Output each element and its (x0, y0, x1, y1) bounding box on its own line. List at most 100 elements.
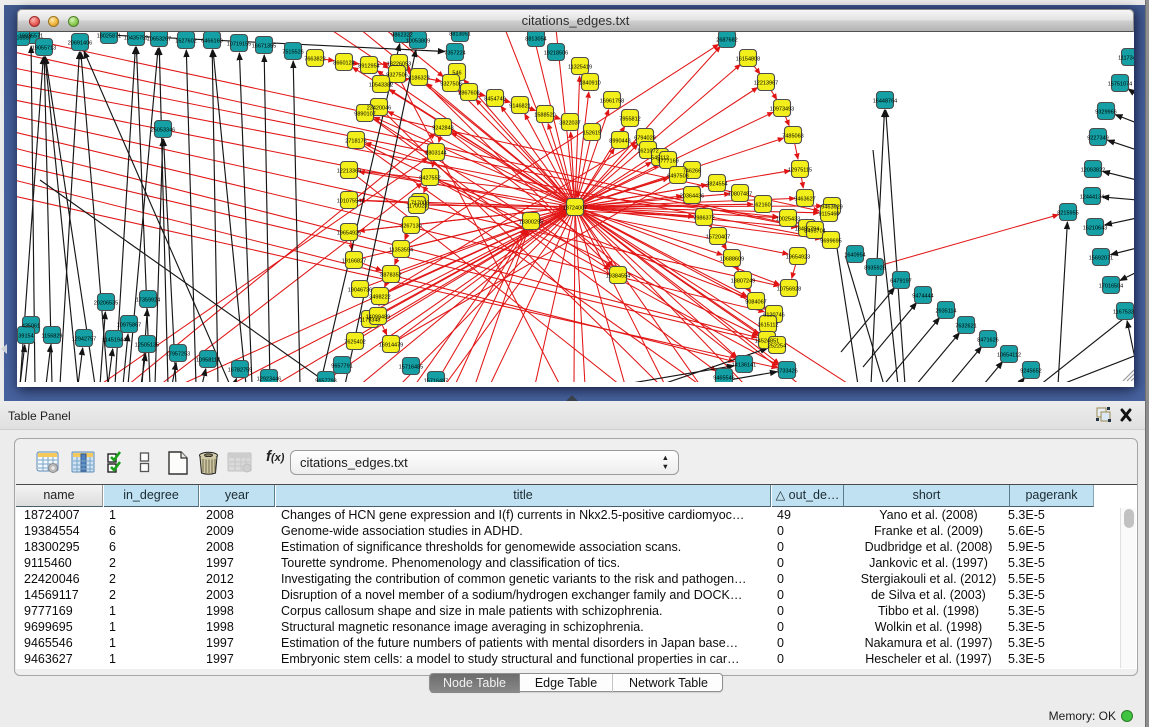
svg-text:3498222: 3498222 (369, 295, 390, 301)
svg-text:9657793: 9657793 (315, 379, 336, 383)
svg-text:7663822: 7663822 (304, 57, 325, 63)
svg-text:9115460: 9115460 (818, 212, 839, 218)
svg-text:8471626: 8471626 (977, 338, 998, 344)
svg-text:10958117: 10958117 (196, 358, 220, 364)
svg-text:18226053: 18226053 (387, 62, 411, 68)
svg-text:7632621: 7632621 (955, 324, 976, 330)
svg-text:7357224: 7357224 (444, 51, 465, 57)
svg-text:8912954: 8912954 (358, 64, 379, 70)
svg-text:16914479: 16914479 (379, 343, 403, 349)
svg-text:8878352: 8878352 (380, 273, 401, 279)
svg-text:2867608: 2867608 (458, 91, 479, 97)
svg-text:9227349: 9227349 (1087, 136, 1108, 142)
svg-text:11173426: 11173426 (1118, 56, 1134, 62)
svg-text:17016504: 17016504 (1099, 284, 1123, 290)
svg-text:8990443: 8990443 (609, 139, 630, 145)
svg-text:1527602: 1527602 (175, 39, 196, 45)
svg-text:12444134: 12444134 (1080, 195, 1104, 201)
svg-text:7485063: 7485063 (782, 134, 803, 140)
svg-text:15716485: 15716485 (399, 365, 423, 371)
svg-text:8660124: 8660124 (333, 61, 354, 67)
svg-text:6466160: 6466160 (201, 39, 222, 45)
svg-text:546: 546 (452, 71, 461, 77)
svg-text:14099489: 14099489 (366, 315, 390, 321)
svg-text:6479197: 6479197 (890, 279, 911, 285)
svg-text:2687682: 2687682 (716, 38, 737, 44)
svg-text:1840910: 1840910 (579, 81, 600, 87)
svg-text:39154: 39154 (18, 334, 33, 340)
svg-text:8215955: 8215955 (1057, 211, 1078, 217)
svg-text:18724007: 18724007 (563, 206, 587, 212)
svg-text:10975867: 10975867 (117, 323, 141, 329)
svg-text:9657791: 9657791 (331, 364, 352, 370)
svg-text:9777169: 9777169 (657, 159, 678, 165)
svg-text:1615112: 1615112 (757, 323, 778, 329)
svg-text:252254: 252254 (768, 344, 786, 350)
svg-text:9146821: 9146821 (509, 104, 530, 110)
svg-text:435061: 435061 (22, 324, 40, 330)
svg-text:1640954: 1640954 (844, 253, 865, 259)
svg-text:20691406: 20691406 (68, 41, 92, 47)
svg-text:19046736: 19046736 (348, 288, 372, 294)
svg-text:3267130: 3267130 (400, 224, 421, 230)
svg-text:6794028: 6794028 (634, 136, 655, 142)
svg-text:10973493: 10973493 (770, 107, 794, 113)
svg-text:16961758: 16961758 (600, 99, 624, 105)
svg-text:2935114: 2935114 (935, 309, 956, 315)
svg-text:1156829: 1156829 (41, 334, 62, 340)
svg-text:16154808: 16154808 (736, 57, 760, 63)
svg-text:19654925: 19654925 (337, 231, 361, 237)
svg-text:19384554: 19384554 (606, 274, 630, 280)
svg-text:8813054: 8813054 (525, 37, 546, 43)
svg-text:15716487: 15716487 (424, 379, 448, 383)
svg-text:16210643: 16210643 (1083, 226, 1107, 232)
svg-text:10543382: 10543382 (369, 83, 393, 89)
svg-text:20364436: 20364436 (680, 194, 704, 200)
svg-text:10688609: 10688609 (720, 257, 744, 263)
svg-text:12942757: 12942757 (72, 337, 96, 343)
svg-text:11675338: 11675338 (1113, 310, 1134, 316)
svg-text:12975115: 12975115 (788, 168, 812, 174)
svg-text:9329966: 9329966 (1095, 110, 1116, 116)
svg-text:1170023: 1170023 (406, 204, 427, 210)
svg-text:15720407: 15720407 (706, 235, 730, 241)
svg-text:17957253: 17957253 (166, 352, 190, 358)
svg-text:7515526: 7515526 (282, 50, 303, 56)
svg-text:9465546: 9465546 (713, 376, 734, 382)
svg-text:12213369: 12213369 (337, 169, 361, 175)
svg-text:8495704: 8495704 (804, 229, 825, 235)
svg-text:10756928: 10756928 (777, 287, 801, 293)
svg-text:7625402: 7625402 (344, 340, 365, 346)
svg-text:8186323: 8186323 (408, 76, 429, 82)
svg-text:10654112: 10654112 (997, 353, 1021, 359)
svg-text:17359924: 17359924 (136, 298, 160, 304)
svg-text:8813051: 8813051 (449, 32, 470, 38)
svg-text:1621072: 1621072 (637, 149, 658, 155)
svg-text:152615: 152615 (583, 131, 601, 137)
svg-text:18300295: 18300295 (519, 220, 543, 226)
svg-text:2803144: 2803144 (425, 151, 446, 157)
svg-text:9463627: 9463627 (794, 197, 815, 203)
svg-text:10053809: 10053809 (406, 39, 430, 45)
svg-text:9890107: 9890107 (354, 112, 375, 118)
svg-text:9327506: 9327506 (386, 73, 407, 79)
svg-text:9474444: 9474444 (912, 294, 933, 300)
svg-text:3824554: 3824554 (706, 182, 727, 188)
svg-text:3822037: 3822037 (559, 121, 580, 127)
svg-text:6120746: 6120746 (763, 313, 784, 319)
svg-text:2718176: 2718176 (345, 139, 366, 145)
svg-text:9084067: 9084067 (745, 300, 766, 306)
svg-text:62160: 62160 (755, 203, 770, 209)
svg-text:16782759: 16782759 (228, 368, 252, 374)
svg-text:11353594: 11353594 (389, 248, 413, 254)
svg-text:9463629: 9463629 (821, 205, 842, 211)
svg-text:10807487: 10807487 (728, 192, 752, 198)
svg-text:25053346: 25053346 (151, 128, 175, 134)
svg-text:11325419: 11325419 (568, 65, 592, 71)
svg-text:10653267: 10653267 (147, 37, 171, 43)
svg-text:15692071: 15692071 (1089, 256, 1113, 262)
svg-text:7955812: 7955812 (619, 117, 640, 123)
svg-text:10435752: 10435752 (124, 36, 148, 42)
svg-text:9242843: 9242843 (432, 126, 453, 132)
svg-text:1903557: 1903557 (17, 36, 32, 42)
